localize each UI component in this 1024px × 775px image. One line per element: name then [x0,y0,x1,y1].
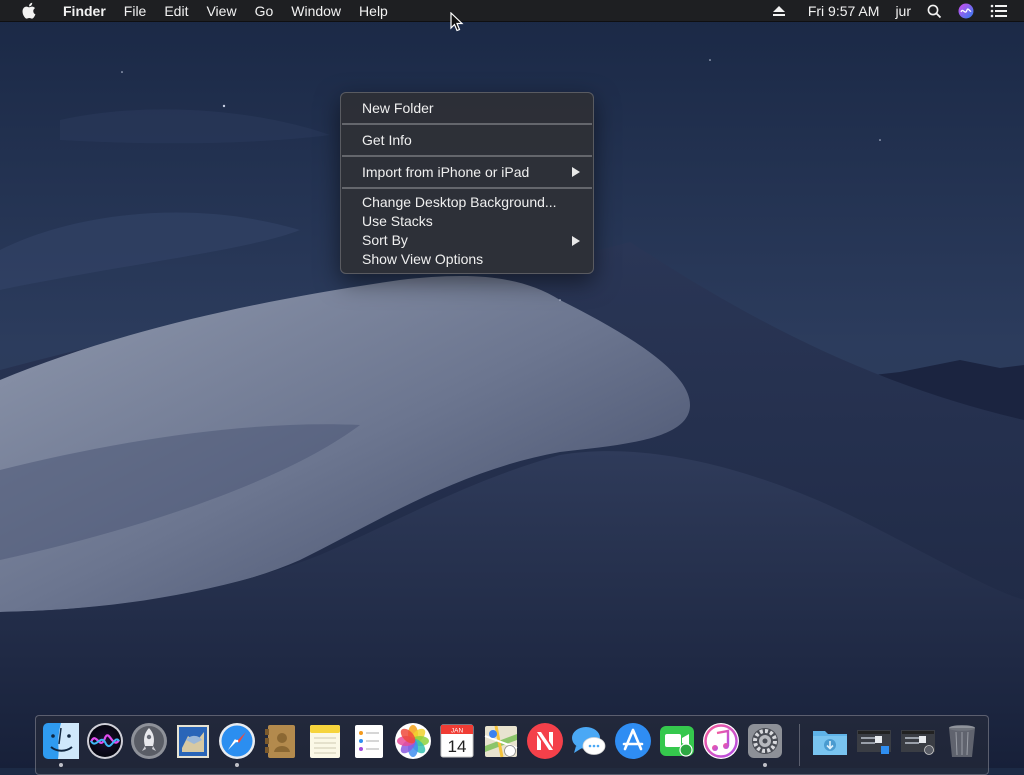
screenshot-stack-icon[interactable] [855,722,893,760]
itunes-icon[interactable] [702,722,740,760]
menu-item-sort-by[interactable]: Sort By [341,231,593,250]
launchpad-icon[interactable] [130,722,168,760]
running-indicator [763,763,767,767]
menu-item-show-view-options[interactable]: Show View Options [341,250,593,269]
menu-item-import-from-iphone[interactable]: Import from iPhone or iPad [341,161,593,183]
screenshot-stack-icon[interactable] [899,722,937,760]
menu-app-finder[interactable]: Finder [54,0,115,22]
news-icon[interactable] [526,722,564,760]
menu-item-new-folder[interactable]: New Folder [341,97,593,119]
menu-item-get-info[interactable]: Get Info [341,129,593,151]
menu-item-label: Import from iPhone or iPad [362,164,530,180]
menu-item-use-stacks[interactable]: Use Stacks [341,212,593,231]
notes-icon[interactable] [306,722,344,760]
siri-icon[interactable] [86,722,124,760]
menu-help[interactable]: Help [350,0,397,22]
submenu-arrow-icon [572,235,580,246]
photos-icon[interactable] [394,722,432,760]
maps-icon[interactable] [482,722,520,760]
menu-item-label: New Folder [362,100,434,116]
eject-icon[interactable] [764,5,794,17]
running-indicator [235,763,239,767]
menu-item-change-desktop-background[interactable]: Change Desktop Background... [341,193,593,212]
dock: JAN 14 [35,715,989,775]
menu-item-label: Change Desktop Background... [362,194,557,210]
menu-item-label: Use Stacks [362,213,433,229]
menu-file[interactable]: File [115,0,156,22]
mail-icon[interactable] [174,722,212,760]
downloads-folder-icon[interactable] [811,722,849,760]
menu-item-label: Sort By [362,232,408,248]
apple-icon[interactable] [19,2,37,20]
spotlight-search-icon[interactable] [919,4,950,19]
contacts-icon[interactable] [262,722,300,760]
trash-icon[interactable] [943,722,981,760]
facetime-icon[interactable] [658,722,696,760]
messages-icon[interactable] [570,722,608,760]
menubar-clock[interactable]: Fri 9:57 AM [800,0,888,22]
menu-item-label: Get Info [362,132,412,148]
system-preferences-icon[interactable] [746,722,784,760]
menu-item-label: Show View Options [362,251,484,267]
app-store-icon[interactable] [614,722,652,760]
calendar-day: 14 [448,737,467,756]
menu-go[interactable]: Go [246,0,283,22]
menu-separator [342,123,592,125]
menu-separator [342,187,592,189]
calendar-month: JAN [451,728,464,735]
desktop-context-menu: New Folder Get Info Import from iPhone o… [340,92,594,274]
siri-icon[interactable] [950,3,982,19]
reminders-icon[interactable] [350,722,388,760]
menu-window[interactable]: Window [282,0,350,22]
submenu-arrow-icon [572,167,580,177]
finder-icon[interactable] [42,722,80,760]
running-indicator [59,763,63,767]
menu-edit[interactable]: Edit [155,0,197,22]
dock-divider [799,724,800,766]
notification-center-icon[interactable] [982,4,1016,18]
menu-bar: Finder File Edit View Go Window Help Fri… [0,0,1024,22]
user-name[interactable]: jur [887,0,919,22]
mouse-pointer-icon [450,11,464,32]
menu-view[interactable]: View [197,0,245,22]
menu-separator [342,155,592,157]
safari-icon[interactable] [218,722,256,760]
calendar-icon[interactable]: JAN 14 [438,722,476,760]
